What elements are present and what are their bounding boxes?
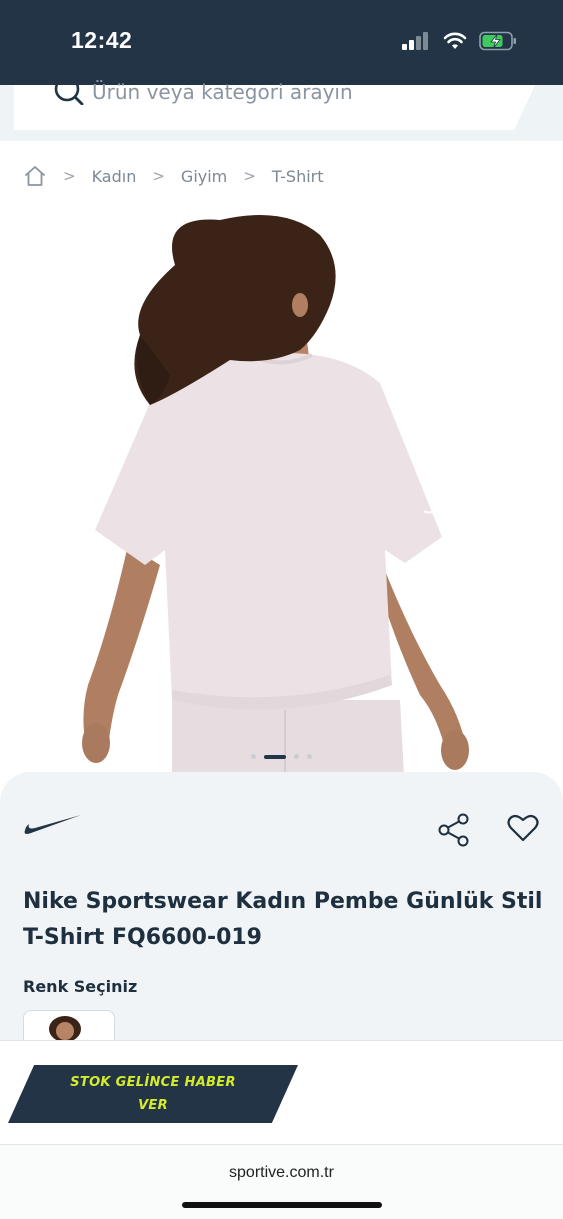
status-time: 12:42 bbox=[71, 27, 133, 53]
breadcrumb-tshirt[interactable]: T-Shirt bbox=[272, 167, 324, 186]
bottom-action-bar: STOK GELİNCE HABER VER bbox=[0, 1040, 563, 1144]
notify-button-label: STOK GELİNCE HABER VER bbox=[70, 1075, 236, 1113]
search-placeholder[interactable]: Ürün veya kategori arayın bbox=[92, 80, 353, 104]
breadcrumb-separator: > bbox=[152, 167, 165, 185]
product-title: Nike Sportswear Kadın Pembe Günlük Stil … bbox=[23, 889, 543, 950]
gallery-dot[interactable] bbox=[294, 754, 299, 759]
nike-swoosh-logo[interactable] bbox=[23, 812, 83, 836]
search-icon[interactable] bbox=[52, 77, 86, 105]
breadcrumb-separator: > bbox=[63, 167, 76, 185]
breadcrumb-kadin[interactable]: Kadın bbox=[92, 167, 137, 186]
breadcrumb-giyim[interactable]: Giyim bbox=[181, 167, 227, 186]
gallery-dots bbox=[0, 754, 563, 759]
url-text[interactable]: sportive.com.tr bbox=[0, 1164, 563, 1182]
notify-when-in-stock-button[interactable]: STOK GELİNCE HABER VER bbox=[8, 1065, 298, 1123]
browser-url-bar[interactable]: sportive.com.tr bbox=[0, 1144, 563, 1219]
share-icon[interactable] bbox=[437, 812, 471, 848]
gallery-dot[interactable] bbox=[251, 754, 256, 759]
wifi-icon bbox=[443, 32, 467, 49]
battery-charging-icon bbox=[479, 31, 516, 51]
gallery-dot[interactable] bbox=[307, 754, 312, 759]
breadcrumb: > Kadın > Giyim > T-Shirt bbox=[23, 163, 324, 189]
product-photo bbox=[82, 215, 469, 775]
home-icon[interactable] bbox=[23, 164, 47, 188]
product-image[interactable] bbox=[0, 205, 563, 775]
breadcrumb-separator: > bbox=[243, 167, 256, 185]
signal-icon bbox=[402, 32, 428, 50]
home-indicator bbox=[182, 1202, 382, 1208]
color-select-label: Renk Seçiniz bbox=[23, 977, 138, 996]
product-info-panel: Nike Sportswear Kadın Pembe Günlük Stil … bbox=[0, 772, 563, 1062]
heart-icon[interactable] bbox=[507, 814, 539, 842]
status-bar: 12:42 bbox=[0, 0, 563, 85]
gallery-dot-active[interactable] bbox=[264, 754, 286, 759]
status-icons bbox=[401, 31, 517, 51]
